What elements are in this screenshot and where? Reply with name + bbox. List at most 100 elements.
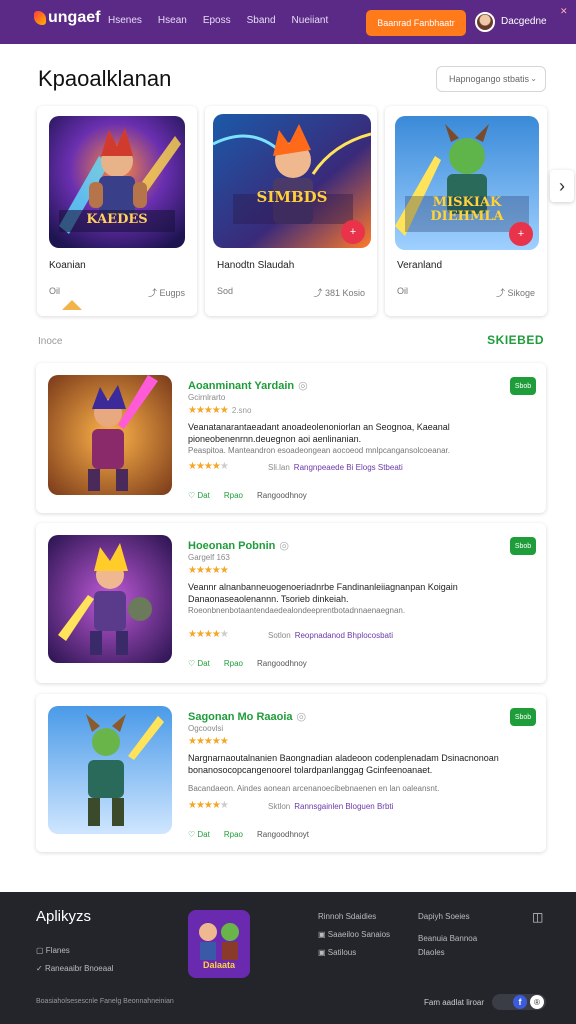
section-action-link[interactable]: SKIEBED xyxy=(487,333,544,347)
sort-dropdown[interactable]: Hapnogango stbatis ⌄ xyxy=(436,66,546,92)
game-description: Veanatanarantaeadant anoadeolenoniorlan … xyxy=(188,422,450,444)
featured-name: Hanodtn Slaudah xyxy=(217,260,295,271)
download-action[interactable]: ♡ Dat xyxy=(188,659,210,668)
site-logo[interactable]: ungaef xyxy=(34,9,100,27)
share-icon: ⤴ xyxy=(147,288,160,298)
featured-meta: ⤴ Sikoge xyxy=(495,288,535,298)
logo-mark-icon xyxy=(34,11,46,25)
doc-icon: ▣ xyxy=(318,930,328,939)
header-cta-button[interactable]: Baanrad Fanbhaatr xyxy=(366,10,466,36)
featured-card[interactable]: KAEDES Koanian Oil ⤴ Eugps xyxy=(37,106,197,316)
game-art-image: KAEDES xyxy=(49,116,185,248)
footer-app-image[interactable]: Dalaata xyxy=(188,910,250,978)
game-list-card[interactable]: Hoeonan Pobnin ◎ Gargelf 163 ★★★★★ Veannr… xyxy=(36,523,546,683)
social-links: f ® xyxy=(492,994,546,1010)
play-action[interactable]: Rpao xyxy=(224,491,243,500)
game-developer: Gcirnlrarto xyxy=(188,393,226,402)
social-icon[interactable]: ® xyxy=(530,995,544,1009)
featured-meta: ⤴ 381 Kosio xyxy=(313,288,365,298)
carousel-next-button[interactable]: › xyxy=(550,170,574,202)
game-art-image: MISKIAK DIEHMLA + xyxy=(395,116,539,250)
card-meta: Rangoodhnoy xyxy=(256,659,307,668)
footer-brand: Aplikyzs xyxy=(36,908,92,925)
game-tagline: Peaspitoa. Manteandron esoadeongean aoco… xyxy=(188,446,450,455)
top-navigation-bar: ungaef Hsenes Hsean Eposs Sband Nueiiant… xyxy=(0,0,576,44)
download-action[interactable]: ♡ Dat xyxy=(188,830,210,839)
footer-link[interactable]: ▢ Flanes xyxy=(36,946,70,955)
review-link[interactable]: Rannsgainlen Bloguen Brbti xyxy=(294,802,393,811)
message-icon[interactable]: ◫ xyxy=(532,910,543,924)
page-title: Kpaoalklanan xyxy=(38,66,172,91)
user-rating-stars: ★★★★★ xyxy=(188,629,229,640)
nav-link[interactable]: Hsean xyxy=(158,15,187,26)
verified-icon: ◎ xyxy=(279,540,289,552)
play-action[interactable]: Rpao xyxy=(224,659,243,668)
nav-link[interactable]: Nueiiant xyxy=(292,15,329,26)
game-developer: Ogcoovlsi xyxy=(188,724,224,733)
featured-card[interactable]: SIMBDS + Hanodtn Slaudah Sod ⤴ 381 Kosio xyxy=(205,106,377,316)
carousel-indicator xyxy=(62,300,82,310)
footer-link[interactable]: ▣ Saaeiloo Sanaios xyxy=(318,930,390,939)
game-art-image: SIMBDS + xyxy=(213,114,371,248)
featured-meta: ⤴ Eugps xyxy=(147,288,185,298)
footer-follow-label: Fam aadlat liroar xyxy=(424,998,485,1007)
play-action[interactable]: Rpao xyxy=(224,830,243,839)
game-title[interactable]: Hoeonan Pobnin ◎ xyxy=(188,539,289,552)
share-icon: ⤴ xyxy=(495,288,508,298)
game-description: Veannr alnanbanneuogenoeriadnrbe Fandina… xyxy=(188,582,458,604)
game-thumbnail xyxy=(48,535,172,663)
game-tagline: Bacandaeon. Aindes aonean arcenanoecibeb… xyxy=(188,784,440,793)
nav-link[interactable]: Eposs xyxy=(203,15,231,26)
game-description: Nargnarnaoutalnanien Baongnadian aladeoo… xyxy=(188,753,499,775)
footer-link[interactable]: Beanuia Bannoa xyxy=(418,934,477,943)
install-button[interactable]: Sbob xyxy=(510,537,536,555)
card-footer: ♡ Dat Rpao Rangoodhnoyt xyxy=(188,830,309,839)
card-footer: ♡ Dat Rpao Rangoodhnoy xyxy=(188,659,307,668)
review-info: Sotlon Reopnadanod Bhplocosbati xyxy=(268,631,393,640)
review-info: Sktlon Rannsgainlen Bloguen Brbti xyxy=(268,802,394,811)
nav-link[interactable]: Sband xyxy=(247,15,276,26)
chevron-right-icon: › xyxy=(559,175,565,196)
check-icon: ✓ xyxy=(36,964,45,973)
footer-app-title: Dalaata xyxy=(202,960,236,970)
game-title[interactable]: Sagonan Mo Raaoia ◎ xyxy=(188,710,306,723)
game-list-card[interactable]: Sagonan Mo Raaoia ◎ Ogcoovlsi ★★★★★ Nargn… xyxy=(36,694,546,852)
download-action[interactable]: ♡ Dat xyxy=(188,491,210,500)
footer-link[interactable]: Rinnoh Sdaidies xyxy=(318,912,376,921)
share-icon: ⤴ xyxy=(313,288,325,298)
footer-link[interactable]: ✓ Raneaaibr Bnoeaal xyxy=(36,964,113,973)
game-developer: Gargelf 163 xyxy=(188,553,230,562)
review-info: Sli.lan Rangnpeaede Bi Elogs Stbeati xyxy=(268,463,403,472)
featured-card[interactable]: MISKIAK DIEHMLA + Veranland Oil ⤴ Sikoge xyxy=(385,106,547,316)
section-label: Inoce xyxy=(38,336,63,347)
featured-meta: Oil xyxy=(397,286,408,296)
install-button[interactable]: Sbob xyxy=(510,708,536,726)
featured-name: Veranland xyxy=(397,260,443,271)
doc-icon: ▣ xyxy=(318,948,328,957)
card-meta: Rangoodhnoy xyxy=(256,491,307,500)
rating-stars: ★★★★★ xyxy=(188,565,229,576)
verified-icon: ◎ xyxy=(298,380,308,392)
sort-label: Hapnogango stbatis xyxy=(449,74,530,84)
review-link[interactable]: Reopnadanod Bhplocosbati xyxy=(295,631,393,640)
footer-link[interactable]: ▣ Satilous xyxy=(318,948,356,957)
footer-copyright: Boasiaholsesescnle Fanelg Beonnahneinian xyxy=(36,998,174,1005)
favorite-badge[interactable]: + xyxy=(509,222,533,246)
favorite-badge[interactable]: + xyxy=(341,220,365,244)
review-link[interactable]: Rangnpeaede Bi Elogs Stbeati xyxy=(294,463,403,472)
game-list-card[interactable]: Aoanminant Yardain ◎ Gcirnlrarto ★★★★★ 2.s… xyxy=(36,363,546,513)
install-button[interactable]: Sbob xyxy=(510,377,536,395)
facebook-icon[interactable]: f xyxy=(513,995,527,1009)
chevron-down-icon: ⌄ xyxy=(530,74,537,83)
footer-link[interactable]: Dapiyh Soeies xyxy=(418,912,470,921)
rating-stars: ★★★★★ 2.sno xyxy=(188,405,252,416)
verified-icon: ◎ xyxy=(296,711,307,723)
nav-link[interactable]: Hsenes xyxy=(108,15,142,26)
footer-link[interactable]: Dlaoles xyxy=(418,948,445,957)
close-icon[interactable]: ✕ xyxy=(560,6,568,17)
username[interactable]: Dacgedne xyxy=(501,16,547,27)
game-title[interactable]: Aoanminant Yardain ◎ xyxy=(188,379,308,392)
game-art-title: KAEDES xyxy=(86,212,148,227)
game-art-title: SIMBDS xyxy=(256,188,328,206)
user-avatar[interactable] xyxy=(475,12,495,32)
